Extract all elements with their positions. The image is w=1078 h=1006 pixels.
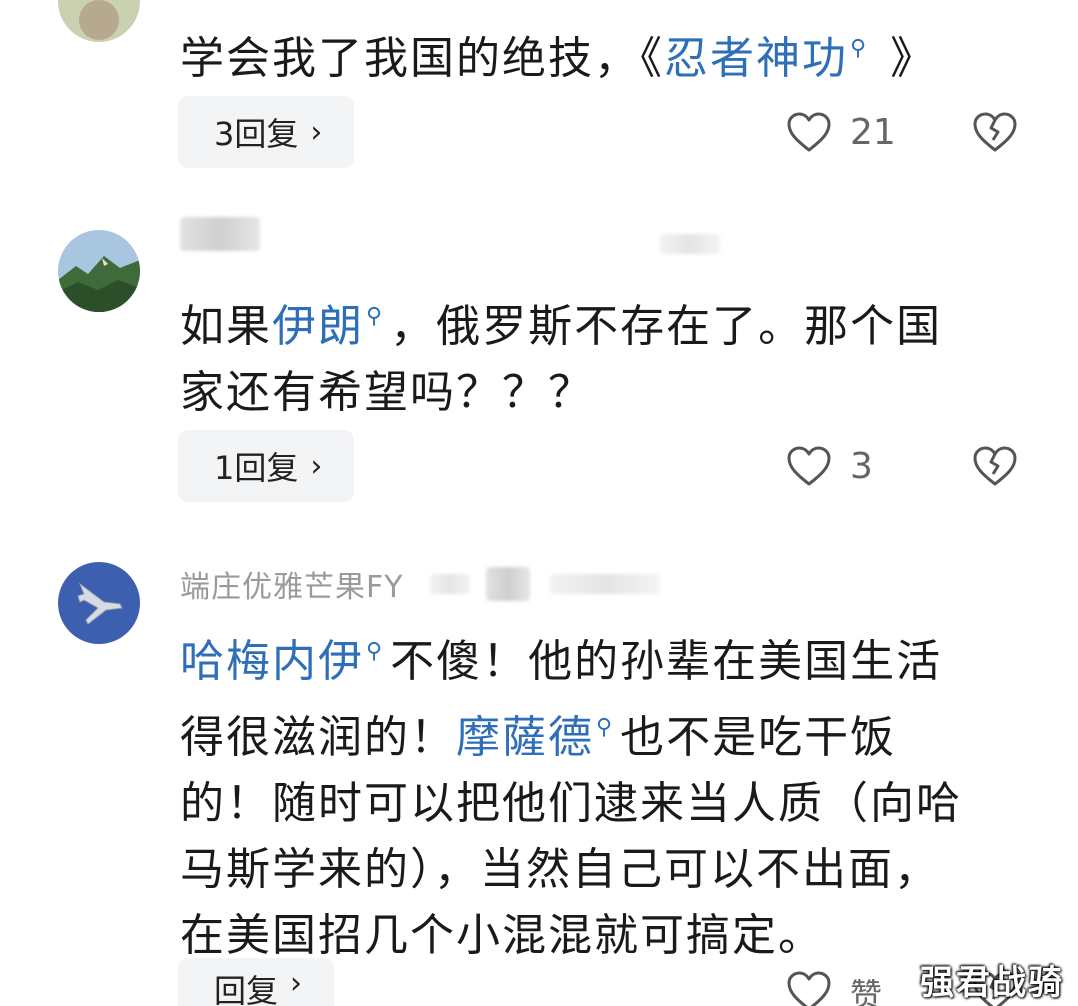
- search-icon: ⚲: [366, 639, 385, 664]
- like-count: 赞: [850, 976, 883, 1006]
- comment-line: 马斯学来的），当然自己可以不出面，: [180, 844, 940, 895]
- blurred-meta: [549, 574, 660, 594]
- avatar-image: [58, 230, 140, 312]
- search-icon: ⚲: [850, 36, 869, 61]
- avatar[interactable]: [58, 0, 140, 42]
- comment-text: 学会我了我国的绝技，《忍者神功⚲ 》: [180, 16, 1010, 92]
- heart-outline-icon: [787, 971, 831, 1006]
- like-button[interactable]: 赞: [786, 956, 882, 1006]
- reply-button[interactable]: 1回复 ›: [178, 430, 355, 502]
- blurred-username: [180, 217, 260, 251]
- topic-link[interactable]: 哈梅内伊: [180, 636, 364, 687]
- topic-link[interactable]: 伊朗: [272, 301, 364, 352]
- avatar[interactable]: [58, 230, 140, 312]
- avatar-image: [58, 0, 140, 42]
- username[interactable]: 端庄优雅芒果FY: [180, 562, 404, 606]
- comment-line: 学会我了我国的绝技，《忍者神功⚲ 》: [180, 16, 1010, 92]
- blurred-meta: [660, 234, 720, 254]
- chevron-right-icon: ›: [310, 114, 323, 150]
- blurred-meta: [429, 574, 470, 594]
- comment-text: 哈梅内伊⚲ 不傻！他的孙辈在美国生活 得很滋润的！摩薩德⚲ 也不是吃干饭 的！随时可…: [180, 619, 1010, 969]
- search-icon: ⚲: [596, 715, 615, 740]
- like-button[interactable]: 3: [786, 430, 873, 502]
- reply-button[interactable]: 回复 ›: [178, 958, 335, 1006]
- comment-line: 哈梅内伊⚲ 不傻！他的孙辈在美国生活: [180, 619, 1010, 695]
- heart-outline-icon: [787, 446, 831, 486]
- comment-text: 如果伊朗⚲ ，俄罗斯不存在了。那个国 家还有希望吗？？？: [180, 284, 1010, 426]
- chevron-right-icon: ›: [310, 448, 323, 484]
- like-count: 3: [850, 445, 873, 487]
- username-row: 端庄优雅芒果FY: [180, 562, 660, 606]
- chevron-right-icon: ›: [290, 966, 303, 1001]
- username-redacted[interactable]: [180, 214, 720, 254]
- broken-heart-icon: [973, 112, 1017, 152]
- comment-line: 得很滋润的！摩薩德⚲ 也不是吃干饭: [180, 695, 1010, 771]
- like-count: 21: [850, 111, 896, 153]
- topic-link[interactable]: 摩薩德: [456, 712, 594, 763]
- like-button[interactable]: 21: [786, 96, 896, 168]
- dislike-button[interactable]: [972, 96, 1018, 168]
- watermark: 强君战骑: [920, 963, 1064, 1003]
- dislike-button[interactable]: [972, 430, 1018, 502]
- blurred-meta: [485, 567, 530, 601]
- heart-outline-icon: [787, 112, 831, 152]
- avatar-image: [58, 562, 140, 644]
- search-icon: ⚲: [366, 304, 385, 329]
- comment-line: 如果伊朗⚲ ，俄罗斯不存在了。那个国: [180, 284, 1010, 360]
- topic-link[interactable]: 忍者神功: [664, 33, 848, 84]
- broken-heart-icon: [973, 446, 1017, 486]
- comment-line: 的！随时可以把他们逮来当人质（向哈: [180, 778, 962, 829]
- comment-line: 家还有希望吗？？？: [180, 367, 594, 418]
- avatar[interactable]: [58, 562, 140, 644]
- reply-button[interactable]: 3回复 ›: [178, 96, 355, 168]
